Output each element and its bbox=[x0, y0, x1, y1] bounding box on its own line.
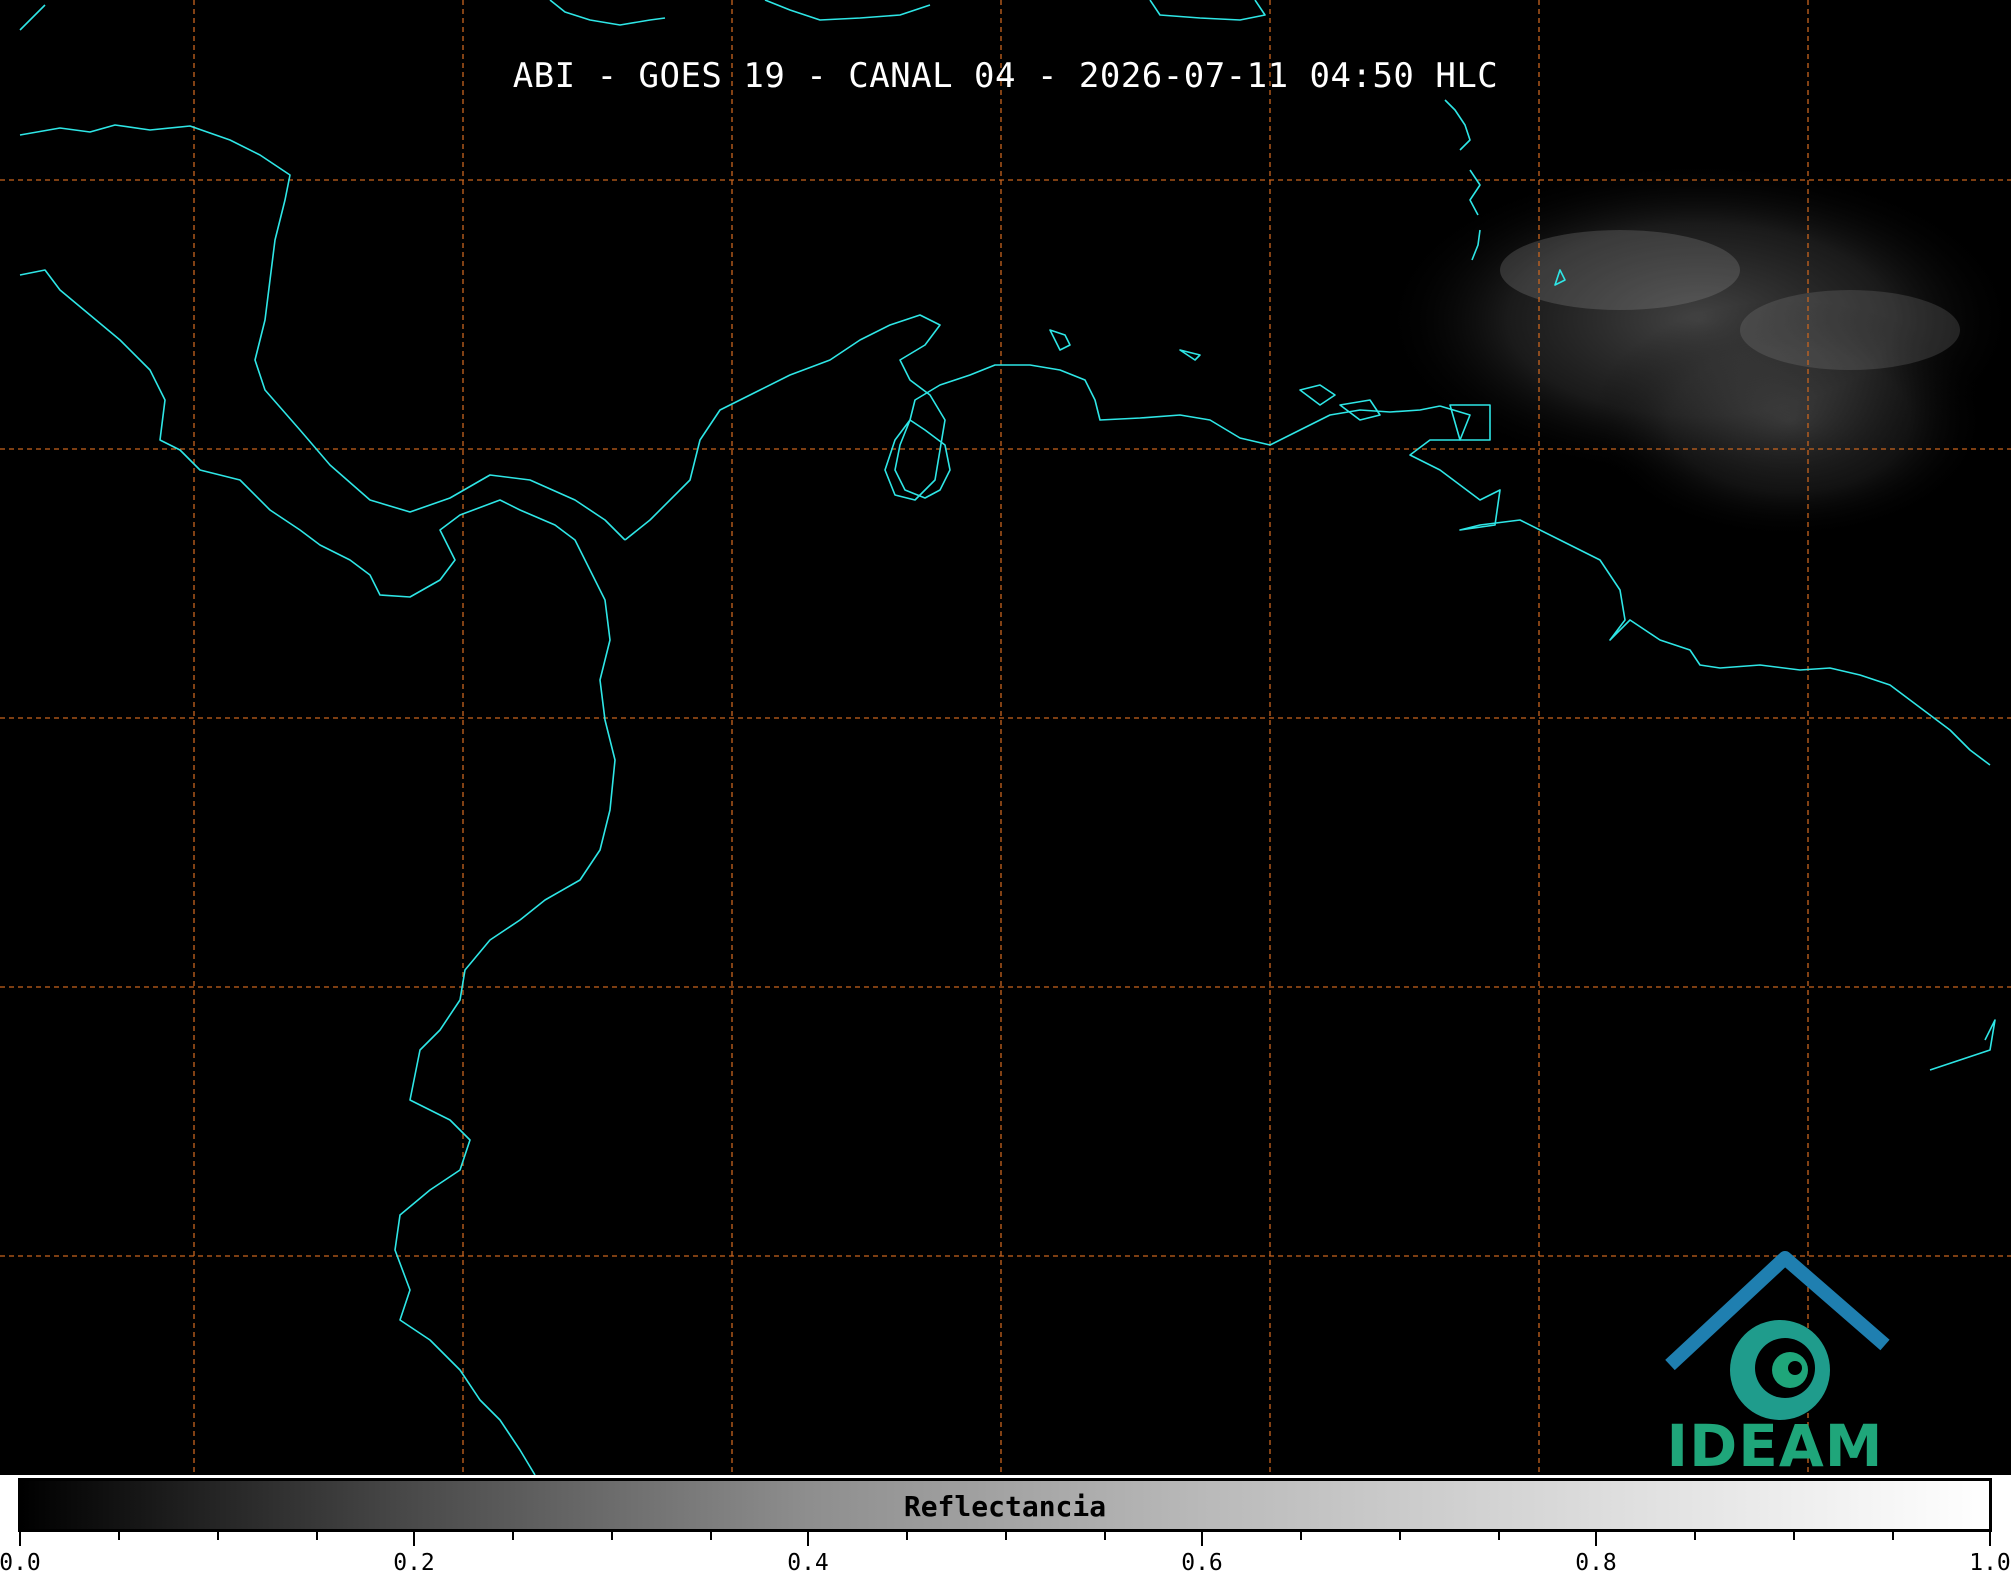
satellite-map[interactable]: ABI - GOES 19 - CANAL 04 - 2026-07-11 04… bbox=[0, 0, 2011, 1475]
colorbar-tick-label: 0.6 bbox=[1181, 1550, 1223, 1576]
colorbar-tick-label: 0.8 bbox=[1575, 1550, 1617, 1576]
ideam-logo-text: IDEAM bbox=[1666, 1412, 1884, 1475]
colorbar-tick-label: 0.0 bbox=[0, 1550, 41, 1576]
map-title: ABI - GOES 19 - CANAL 04 - 2026-07-11 04… bbox=[512, 56, 1499, 96]
colorbar-tick-label: 1.0 bbox=[1969, 1550, 2011, 1576]
colorbar-label: Reflectancia bbox=[903, 1490, 1107, 1523]
colorbar-tick-label: 0.2 bbox=[393, 1550, 435, 1576]
colorbar-tick-label: 0.4 bbox=[787, 1550, 829, 1576]
colorbar-ticks bbox=[19, 1532, 1991, 1546]
cloud-field bbox=[1380, 160, 2011, 540]
